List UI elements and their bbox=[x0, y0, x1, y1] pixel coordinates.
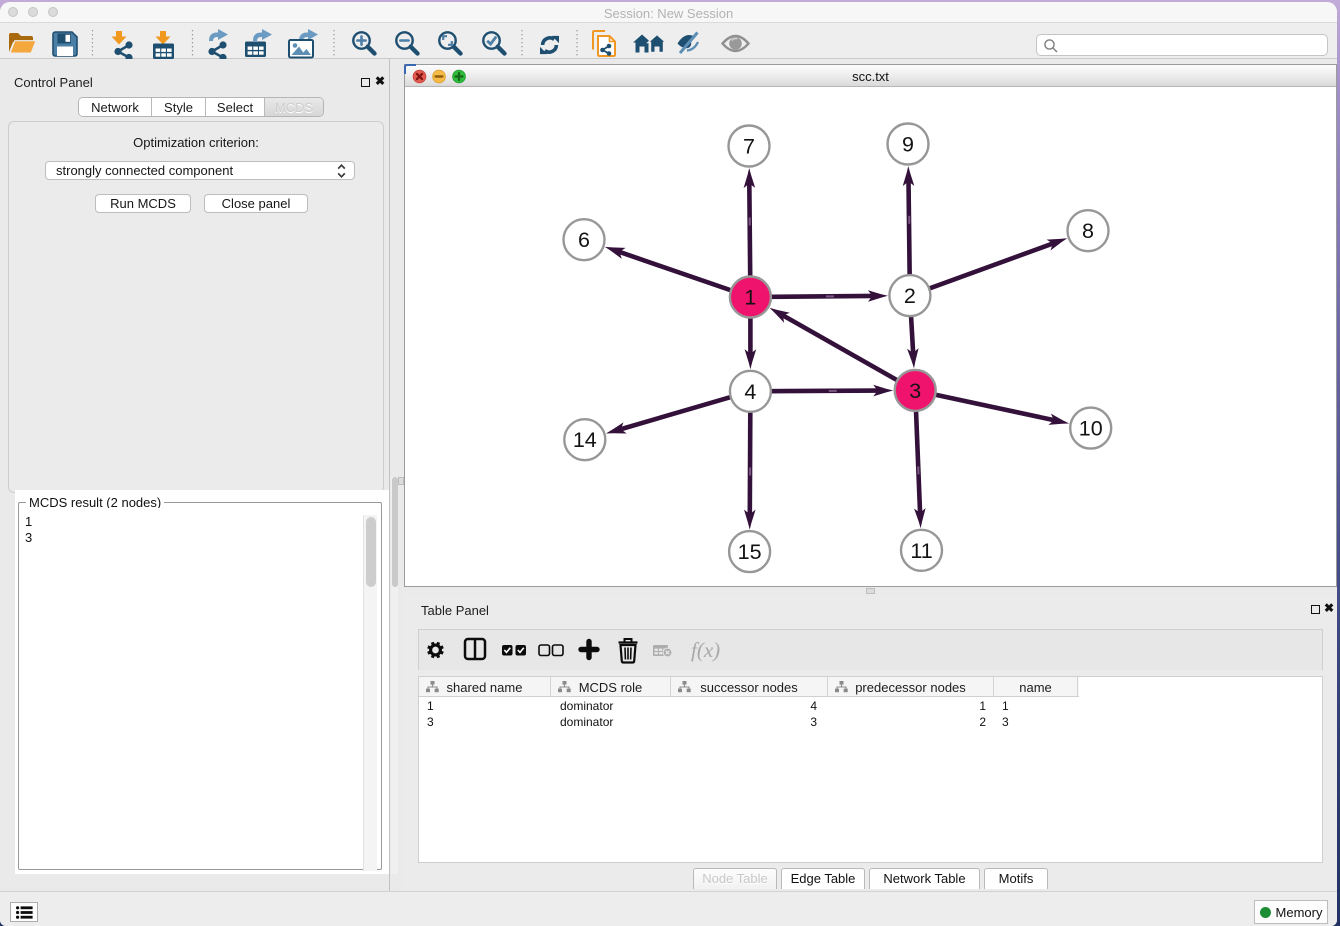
svg-text:2: 2 bbox=[904, 284, 916, 308]
svg-text:f(x): f(x) bbox=[691, 638, 720, 662]
svg-text:14: 14 bbox=[573, 428, 597, 452]
svg-text:3: 3 bbox=[909, 379, 921, 403]
svg-text:15: 15 bbox=[738, 540, 762, 564]
svg-text:11: 11 bbox=[910, 539, 932, 563]
svg-text:9: 9 bbox=[902, 133, 914, 157]
svg-text:8: 8 bbox=[1082, 219, 1094, 243]
svg-text:4: 4 bbox=[744, 380, 756, 404]
svg-text:1: 1 bbox=[744, 286, 756, 310]
svg-text:6: 6 bbox=[578, 228, 590, 252]
svg-text:7: 7 bbox=[743, 135, 755, 159]
svg-text:10: 10 bbox=[1079, 417, 1103, 441]
